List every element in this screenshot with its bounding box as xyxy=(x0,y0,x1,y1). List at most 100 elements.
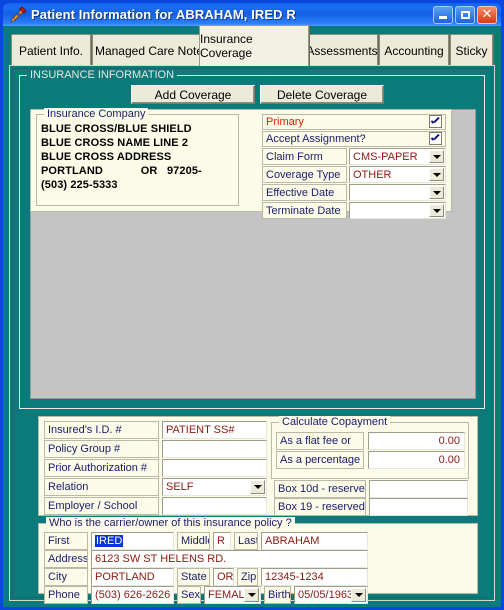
box-10d-input[interactable] xyxy=(369,480,468,498)
percentage-label: As a percentage xyxy=(276,451,364,469)
check-icon xyxy=(431,135,440,142)
chevron-down-icon[interactable] xyxy=(429,186,444,199)
phone-input[interactable]: (503) 626-2626 xyxy=(91,586,174,604)
tab-accounting[interactable]: Accounting xyxy=(379,34,449,66)
terminate-date-label: Terminate Date xyxy=(262,202,347,219)
insured-id-input[interactable]: PATIENT SS# xyxy=(162,421,267,439)
first-name-input[interactable]: IRED xyxy=(91,532,174,550)
state-input[interactable]: OR xyxy=(213,568,234,586)
zip-label: Zip xyxy=(237,568,258,586)
flat-fee-label: As a flat fee or xyxy=(276,432,364,450)
primary-checkbox[interactable] xyxy=(429,115,442,128)
chevron-down-icon[interactable] xyxy=(429,150,444,163)
first-name-value: IRED xyxy=(95,535,124,547)
delete-coverage-label: Delete Coverage xyxy=(276,87,368,102)
close-button[interactable]: ✕ xyxy=(477,5,497,24)
flat-fee-input[interactable]: 0.00 xyxy=(368,432,465,450)
middle-name-input[interactable]: R xyxy=(213,532,231,550)
tab-managed-care-notes[interactable]: Managed Care Notes xyxy=(92,34,212,66)
relation-value: SELF xyxy=(166,481,194,493)
insurance-company-line-5: (503) 225-5333 xyxy=(41,179,118,191)
tab-page-insurance-coverage: INSURANCE INFORMATION Add Coverage Delet… xyxy=(9,65,495,604)
policy-group-input[interactable] xyxy=(162,440,267,458)
maximize-button[interactable] xyxy=(455,5,475,24)
add-coverage-button[interactable]: Add Coverage xyxy=(131,85,255,104)
claim-form-value: CMS-PAPER xyxy=(353,150,418,163)
coverage-type-label: Coverage Type xyxy=(262,166,347,183)
tab-label: Sticky xyxy=(455,43,488,58)
sex-label: Sex xyxy=(177,586,201,604)
calculate-copayment-caption: Calculate Copayment xyxy=(279,416,391,428)
effective-date-combobox[interactable] xyxy=(349,184,446,201)
tab-label: Accounting xyxy=(384,43,444,58)
coverage-type-combobox[interactable]: OTHER xyxy=(349,166,446,183)
tab-insurance-coverage[interactable]: Insurance Coverage xyxy=(199,25,309,66)
check-icon xyxy=(431,118,440,125)
insurance-information-caption: INSURANCE INFORMATION xyxy=(27,69,178,81)
tab-label: Patient Info. xyxy=(18,43,84,58)
tab-label: Assessments xyxy=(306,43,378,58)
insurance-information-group: INSURANCE INFORMATION Add Coverage Delet… xyxy=(19,69,485,409)
tab-sticky[interactable]: Sticky xyxy=(450,34,493,66)
employer-school-label: Employer / School xyxy=(44,497,159,515)
last-name-label: Last xyxy=(234,532,258,550)
tab-assessments[interactable]: Assessments xyxy=(306,34,378,66)
city-input[interactable]: PORTLAND xyxy=(91,568,174,586)
primary-label: Primary xyxy=(262,114,446,130)
chevron-down-icon[interactable] xyxy=(429,204,444,217)
tab-label: Managed Care Notes xyxy=(94,43,210,58)
accept-assignment-label: Accept Assignment? xyxy=(262,131,446,147)
window-controls: ✕ xyxy=(433,5,497,24)
tab-bar: Patient Info. Managed Care Notes Insuran… xyxy=(3,25,501,66)
birth-label: Birth xyxy=(264,586,291,604)
add-coverage-label: Add Coverage xyxy=(154,87,232,102)
chevron-down-icon[interactable] xyxy=(244,588,259,602)
chevron-down-icon[interactable] xyxy=(250,480,265,494)
insurance-company-line-3: BLUE CROSS ADDRESS xyxy=(41,151,172,163)
box-19-input[interactable] xyxy=(369,498,468,516)
window-title: Patient Information for ABRAHAM, IRED R xyxy=(31,7,296,22)
application-window: Patient Information for ABRAHAM, IRED R … xyxy=(0,0,504,610)
carrier-owner-caption: Who is the carrier/owner of this insuran… xyxy=(46,517,295,529)
minimize-icon xyxy=(439,16,447,19)
chevron-down-icon[interactable] xyxy=(429,168,444,181)
insurance-company-group: Insurance Company BLUE CROSS/BLUE SHIELD… xyxy=(36,108,239,206)
accept-assignment-checkbox[interactable] xyxy=(429,132,442,145)
insurance-company-line-1: BLUE CROSS/BLUE SHIELD xyxy=(41,123,192,135)
coverage-type-value: OTHER xyxy=(353,168,392,181)
relation-combobox[interactable]: SELF xyxy=(162,478,267,496)
carrier-owner-group: Who is the carrier/owner of this insuran… xyxy=(38,517,478,604)
title-bar: Patient Information for ABRAHAM, IRED R … xyxy=(3,3,501,26)
prior-authorization-input[interactable] xyxy=(162,459,267,477)
phone-label: Phone xyxy=(44,586,88,604)
policy-copay-panel: Insured's I.D. # PATIENT SS# Policy Grou… xyxy=(38,416,478,516)
box-19-label: Box 19 - reserved xyxy=(274,498,366,516)
delete-coverage-button[interactable]: Delete Coverage xyxy=(260,85,384,104)
birth-date-combobox[interactable]: 05/05/1963 xyxy=(294,586,368,604)
minimize-button[interactable] xyxy=(433,5,453,24)
tab-patient-info[interactable]: Patient Info. xyxy=(11,34,91,66)
relation-label: Relation xyxy=(44,478,159,496)
address-input[interactable]: 6123 SW ST HELENS RD. xyxy=(91,550,368,568)
middle-name-label: Middle xyxy=(177,532,210,550)
terminate-date-combobox[interactable] xyxy=(349,202,446,219)
employer-school-input[interactable] xyxy=(162,497,267,515)
first-name-label: First xyxy=(44,532,88,550)
percentage-input[interactable]: 0.00 xyxy=(368,451,465,469)
insured-id-label: Insured's I.D. # xyxy=(44,421,159,439)
claim-form-label: Claim Form xyxy=(262,148,347,165)
state-label: State xyxy=(177,568,210,586)
tab-label: Insurance Coverage xyxy=(200,32,253,60)
chevron-down-icon[interactable] xyxy=(351,588,366,602)
claim-form-combobox[interactable]: CMS-PAPER xyxy=(349,148,446,165)
insurance-company-caption: Insurance Company xyxy=(44,108,149,120)
close-icon: ✕ xyxy=(481,7,493,22)
box-10d-label: Box 10d - reserved xyxy=(274,480,366,498)
sex-combobox[interactable]: FEMALE xyxy=(204,586,261,604)
zip-input[interactable]: 12345-1234 xyxy=(261,568,368,586)
last-name-input[interactable]: ABRAHAM xyxy=(261,532,368,550)
address-label: Address xyxy=(44,550,88,568)
maximize-icon xyxy=(460,10,470,19)
rocket-icon xyxy=(6,5,28,24)
birth-date-value: 05/05/1963 xyxy=(298,589,354,601)
